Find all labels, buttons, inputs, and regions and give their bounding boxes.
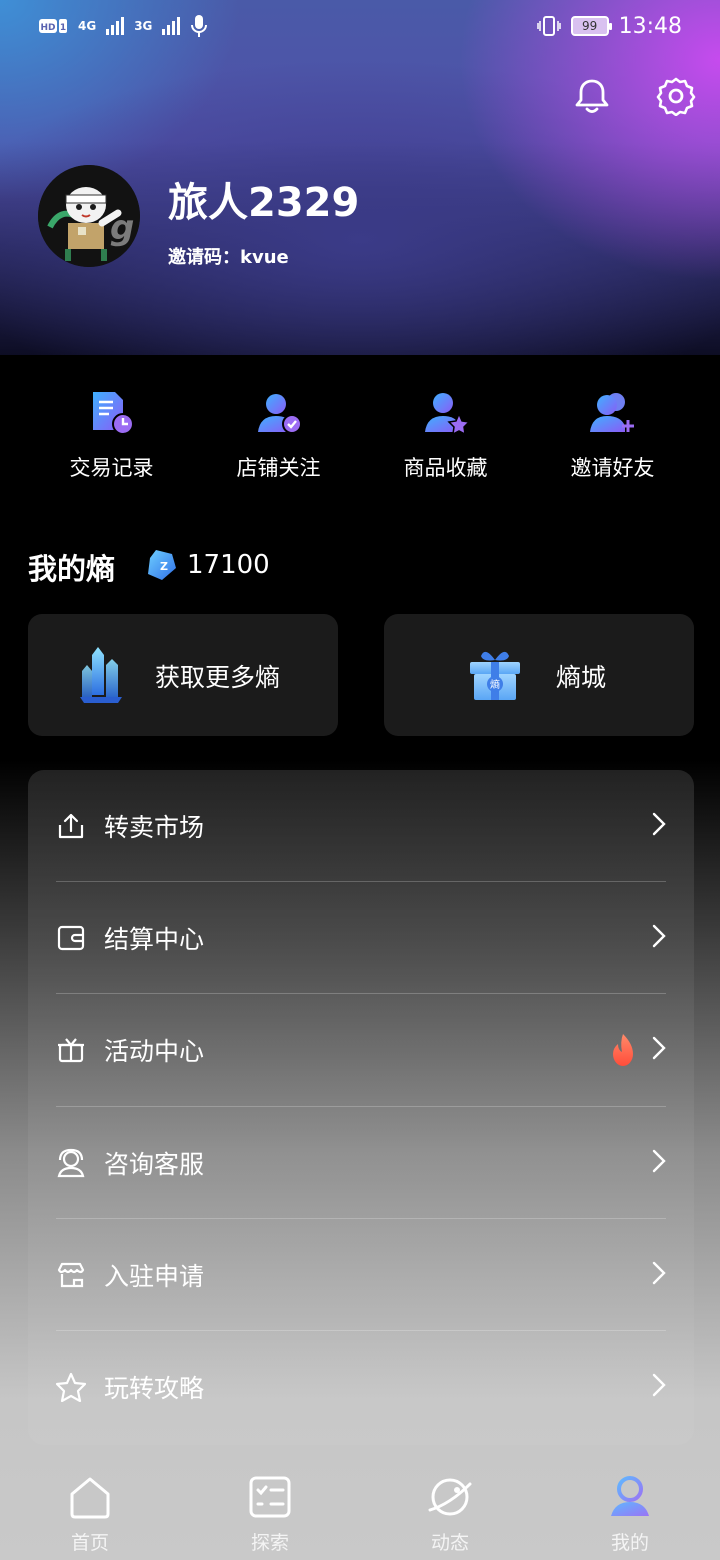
hd-icon: HD 1 [39,19,67,33]
chevron-right-icon [652,924,666,948]
entropy-title: 我的熵 [28,552,116,586]
svg-text:1: 1 [60,23,66,33]
transaction-record-icon [92,392,134,435]
profile-header: HD 1 4G 3G 99 13:48 g 旅人2329 邀请码：kvue [0,0,720,355]
menu-item-label: 入驻申请 [104,1262,205,1291]
invite-friend-icon [589,393,634,432]
customer-service-icon [57,1148,85,1178]
planet-icon [428,1478,472,1516]
nav-home[interactable]: 首页 [0,1466,180,1560]
status-right: 99 13:48 [536,13,682,39]
nav-mine[interactable]: 我的 [540,1466,720,1560]
get-more-entropy-card[interactable]: 获取更多熵 [28,614,338,736]
quick-action-label: 商品收藏 [403,456,488,480]
gift-box-icon: 熵 [470,651,520,700]
gift-badge-text: 熵 [490,678,500,691]
mic-icon [191,15,208,37]
quick-action-label: 交易记录 [69,456,154,480]
4g-signal-icon [106,17,125,35]
favorite-goods-icon [424,393,469,436]
quick-action-shop-follow[interactable]: 店铺关注 [195,390,362,482]
quick-action-favorite-goods[interactable]: 商品收藏 [362,390,529,482]
svg-text:Z: Z [160,560,168,573]
menu-item-label: 活动中心 [104,1037,205,1066]
header-actions [572,76,696,116]
gear-icon[interactable] [656,76,696,116]
status-left: HD 1 4G 3G [38,14,208,38]
invite-label: 邀请码： [168,247,240,268]
menu-item-label: 结算中心 [104,925,205,954]
nav-label: 我的 [610,1532,649,1554]
menu-item-activity-center[interactable]: 活动中心 [56,994,666,1106]
status-bar: HD 1 4G 3G 99 13:48 [0,0,720,52]
chevron-right-icon [652,1036,666,1060]
entropy-city-card[interactable]: 熵 熵城 [384,614,694,736]
nav-feed[interactable]: 动态 [360,1466,540,1560]
profile-icon [611,1476,649,1516]
nav-explore[interactable]: 探索 [180,1466,360,1560]
explore-list-icon [249,1476,291,1518]
nav-label: 首页 [70,1532,109,1554]
bottom-nav: 首页 探索 动态 我的 [0,1466,720,1560]
home-icon [70,1477,110,1519]
quick-action-label: 邀请好友 [570,456,655,480]
quick-actions: 交易记录 店铺关注 商品收藏 邀请好友 [0,390,720,482]
chevron-right-icon [652,1261,666,1285]
entropy-balance: 17100 [187,550,270,580]
quick-action-label: 店铺关注 [236,456,321,480]
menu-item-label: 玩转攻略 [104,1374,205,1403]
nav-label: 动态 [430,1532,469,1554]
menu-item-guide[interactable]: 玩转攻略 [56,1331,666,1443]
menu-item-store-application[interactable]: 入驻申请 [56,1219,666,1331]
store-apply-icon [57,1262,85,1288]
username: 旅人2329 [168,180,360,226]
chevron-right-icon [652,1373,666,1397]
signal-type-a: 4G [78,19,97,33]
menu-item-resale-market[interactable]: 转卖市场 [56,770,666,882]
card-label: 熵城 [556,663,607,692]
star-icon [56,1372,86,1402]
menu-item-settlement-center[interactable]: 结算中心 [56,882,666,994]
avatar[interactable]: g [38,165,140,267]
quick-action-transaction-records[interactable]: 交易记录 [28,390,195,482]
wallet-icon [57,925,85,951]
entropy-gem-icon: Z [148,550,176,580]
chevron-right-icon [652,812,666,836]
battery-indicator: 99 [570,16,612,36]
menu-item-customer-service[interactable]: 咨询客服 [56,1107,666,1219]
profile-screen: HD 1 4G 3G 99 13:48 g 旅人2329 邀请码：kvue 交易… [0,0,720,1560]
shop-follow-icon [257,394,302,434]
vibrate-icon [536,16,561,36]
svg-text:HD: HD [40,23,55,33]
avatar-image: g [38,165,140,267]
fire-icon [613,1034,633,1066]
invite-code[interactable]: 邀请码：kvue [168,243,289,269]
chevron-right-icon [652,1149,666,1173]
signal-type-b: 3G [134,19,153,33]
card-label: 获取更多熵 [155,663,281,692]
nav-label: 探索 [250,1532,289,1554]
bell-icon[interactable] [572,76,612,116]
invite-code-value: kvue [240,247,289,268]
gift-icon [58,1038,84,1063]
menu-item-label: 咨询客服 [104,1150,205,1179]
menu-list: 转卖市场 结算中心 活动中心 咨询客服 入驻申请 玩转攻略 [28,770,694,1445]
quick-action-invite-friends[interactable]: 邀请好友 [529,390,696,482]
menu-item-label: 转卖市场 [104,813,205,842]
crystal-icon [80,647,122,703]
upload-box-icon [58,813,84,839]
status-time: 13:48 [618,13,682,39]
3g-signal-icon [162,17,181,35]
